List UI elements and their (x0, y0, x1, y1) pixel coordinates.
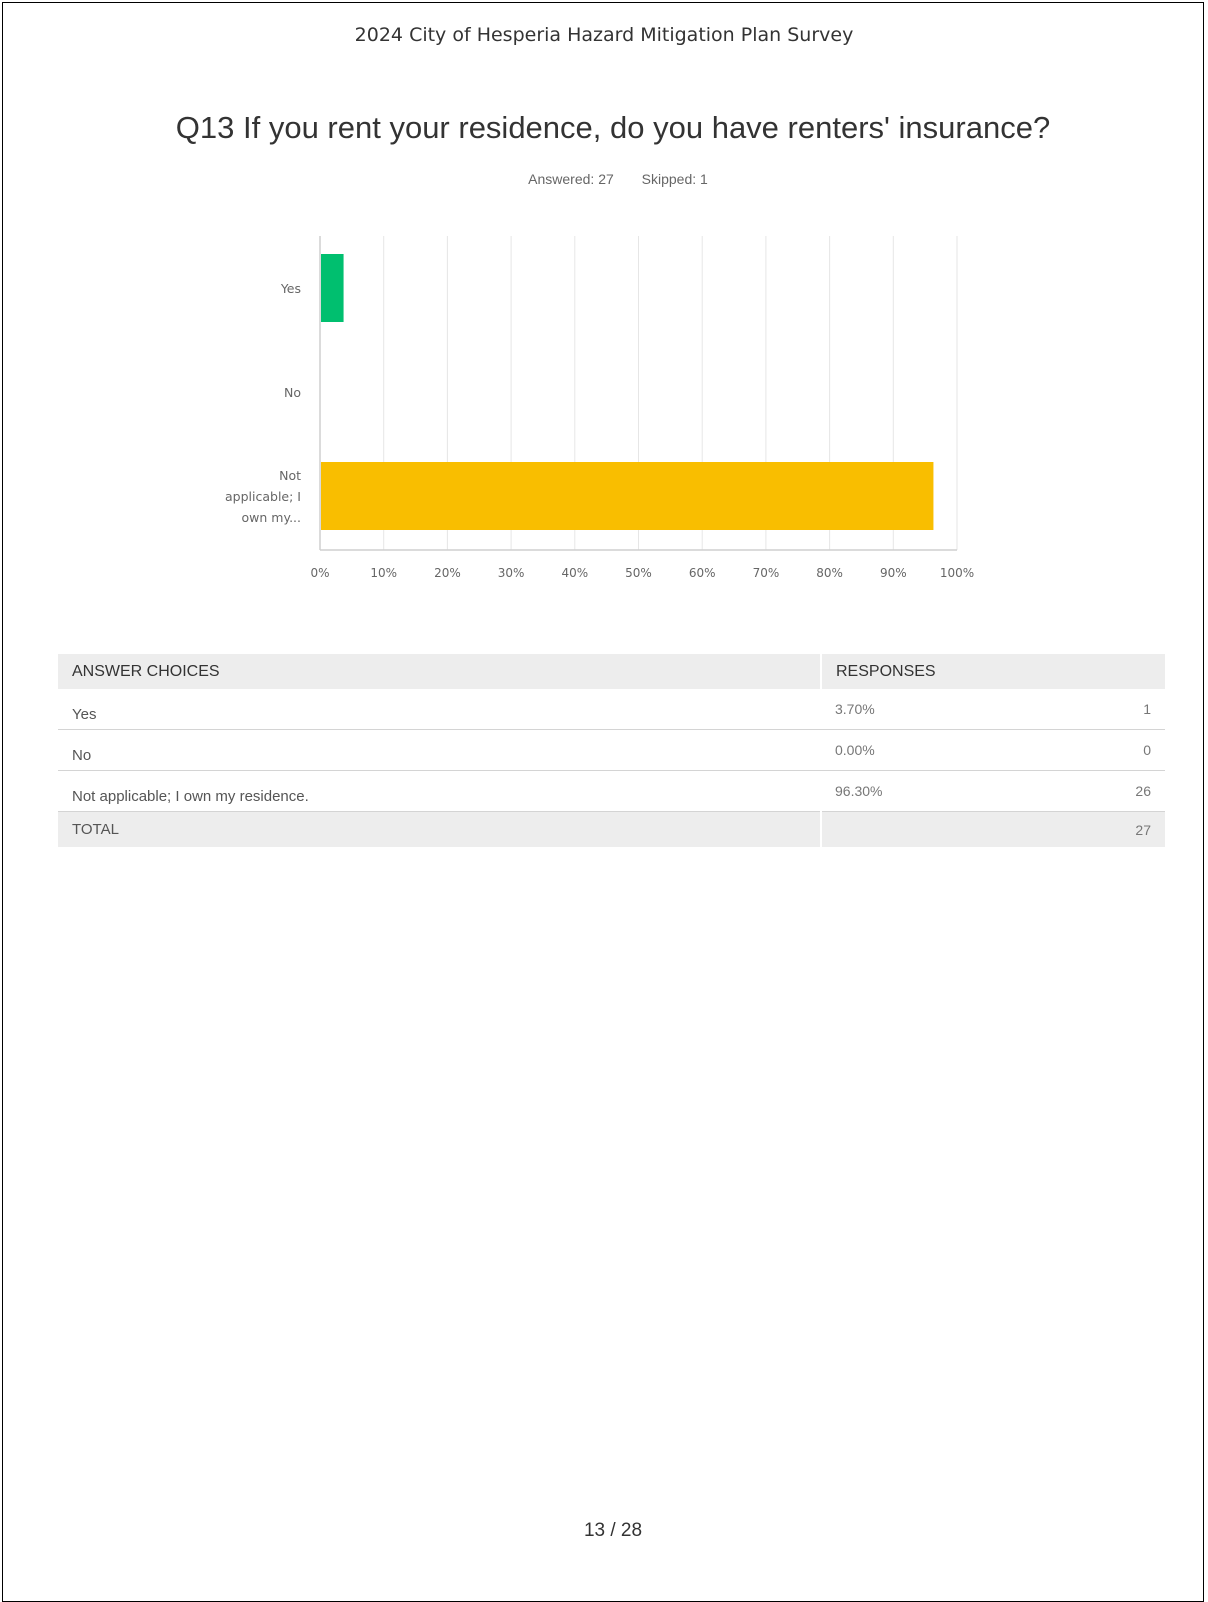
x-tick-label: 30% (498, 566, 525, 580)
row-percent: 0.00% (821, 729, 1040, 771)
x-tick-label: 50% (625, 566, 652, 580)
row-choice: Yes (58, 689, 821, 730)
total-percent-cell (819, 811, 1040, 847)
x-tick-label: 70% (753, 566, 780, 580)
skipped-count: Skipped: 1 (641, 171, 708, 187)
category-label: Yes (280, 281, 301, 296)
x-tick-label: 40% (561, 566, 588, 580)
table-header-row: ANSWER CHOICES RESPONSES (58, 654, 1165, 689)
responses-header: RESPONSES (820, 654, 1165, 689)
bar-chart: 0% 10% 20% 30% 40% 50% 60% 70% 80% 90% 100% Yes No No… (225, 236, 974, 580)
table-row: No 0.00% 0 (58, 729, 1165, 771)
x-tick-label: 90% (880, 566, 907, 580)
category-label: applicable; I (225, 489, 301, 504)
page-number: 13 / 28 (583, 1520, 643, 1541)
row-choice: No (58, 729, 821, 771)
row-percent: 3.70% (821, 689, 1040, 730)
x-tick-label: 100% (940, 566, 974, 580)
row-count: 26 (1039, 770, 1165, 812)
row-percent: 96.30% (821, 770, 1040, 812)
x-tick-label: 20% (434, 566, 461, 580)
x-tick-label: 60% (689, 566, 716, 580)
row-count: 0 (1039, 729, 1165, 771)
category-label: No (284, 385, 301, 400)
total-row: TOTAL 27 (58, 811, 1165, 847)
survey-title: 2024 City of Hesperia Hazard Mitigation … (354, 24, 854, 46)
x-tick-label: 0% (310, 566, 329, 580)
question-title: Q13 If you rent your residence, do you h… (175, 110, 1051, 145)
response-stats: Answered: 27 Skipped: 1 (0, 171, 1208, 187)
table-row: Yes 3.70% 1 (58, 689, 1165, 730)
x-tick-label: 10% (370, 566, 397, 580)
x-tick-label: 80% (816, 566, 843, 580)
responses-table: ANSWER CHOICES RESPONSES Yes 3.70% 1 No … (58, 654, 1165, 847)
total-label: TOTAL (58, 811, 821, 847)
row-choice: Not applicable; I own my residence. (58, 770, 821, 812)
category-label: Not (279, 468, 301, 483)
answered-count: Answered: 27 (528, 171, 614, 187)
bar (321, 254, 344, 322)
category-label: own my... (242, 510, 301, 525)
table-row: Not applicable; I own my residence. 96.3… (58, 770, 1165, 812)
row-count: 1 (1039, 689, 1165, 730)
answer-choices-header: ANSWER CHOICES (58, 654, 821, 689)
total-count: 27 (1039, 811, 1165, 847)
bar (321, 462, 934, 530)
